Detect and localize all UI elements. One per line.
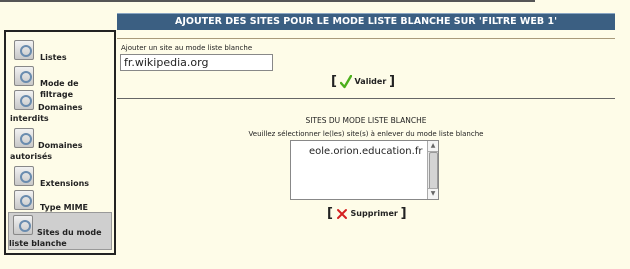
- sidebar-item-label: Domaines interdits: [10, 103, 83, 123]
- mime-icon: [14, 190, 34, 210]
- sidebar-item-domaines-autorises[interactable]: Domaines autorisés: [10, 128, 114, 161]
- valider-label: Valider: [354, 77, 387, 86]
- site-url-input[interactable]: [120, 54, 273, 71]
- site-input-label: Ajouter un site au mode liste blanche: [121, 44, 253, 52]
- divider-middle: [117, 98, 615, 99]
- sidebar-item-mode-filtrage[interactable]: Mode de filtrage: [10, 66, 114, 99]
- list-icon: [14, 40, 34, 60]
- top-rule: [0, 0, 535, 2]
- sidebar-item-type-mime[interactable]: Type MIME: [10, 190, 114, 212]
- cross-icon: [336, 208, 347, 219]
- sidebar-item-label: Listes: [40, 53, 67, 62]
- sidebar-menu: Listes Mode de filtrage Domaines interdi…: [4, 30, 116, 255]
- sidebar-item-listes[interactable]: Listes: [10, 40, 114, 62]
- listbox-scrollbar[interactable]: ▲ ▼: [427, 141, 438, 199]
- sidebar-item-label: Domaines autorisés: [10, 141, 83, 161]
- page: { "header": { "title": "AJOUTER DES SITE…: [0, 0, 630, 269]
- sidebar-item-sites-liste-blanche[interactable]: Sites du mode liste blanche: [8, 212, 112, 250]
- supprimer-label: Supprimer: [350, 209, 398, 218]
- sidebar-item-domaines-interdits[interactable]: Domaines interdits: [10, 90, 114, 123]
- sidebar-item-extensions[interactable]: Extensions: [10, 166, 114, 188]
- whitelist-instruction: Veuillez sélectionner le(les) site(s) à …: [248, 130, 484, 138]
- supprimer-button[interactable]: [ Supprimer ]: [327, 206, 407, 221]
- sidebar-item-label: Sites du mode liste blanche: [9, 228, 102, 248]
- whitelist-sites-listbox[interactable]: eole.orion.education.fr ▲ ▼: [290, 140, 439, 200]
- extension-icon: [14, 166, 34, 186]
- scrollbar-thumb[interactable]: [429, 152, 438, 190]
- scroll-up-icon[interactable]: ▲: [428, 141, 438, 152]
- divider-top: [117, 38, 615, 39]
- page-title-banner: AJOUTER DES SITES POUR LE MODE LISTE BLA…: [117, 13, 615, 30]
- whitelist-section-title: SITES DU MODE LISTE BLANCHE: [305, 116, 427, 125]
- filter-icon: [14, 66, 34, 86]
- valider-button[interactable]: [ Valider ]: [331, 74, 395, 89]
- sidebar-item-label: Extensions: [40, 179, 90, 188]
- check-icon: [339, 74, 352, 88]
- list-item[interactable]: eole.orion.education.fr: [309, 146, 422, 157]
- scroll-down-icon[interactable]: ▼: [428, 188, 438, 199]
